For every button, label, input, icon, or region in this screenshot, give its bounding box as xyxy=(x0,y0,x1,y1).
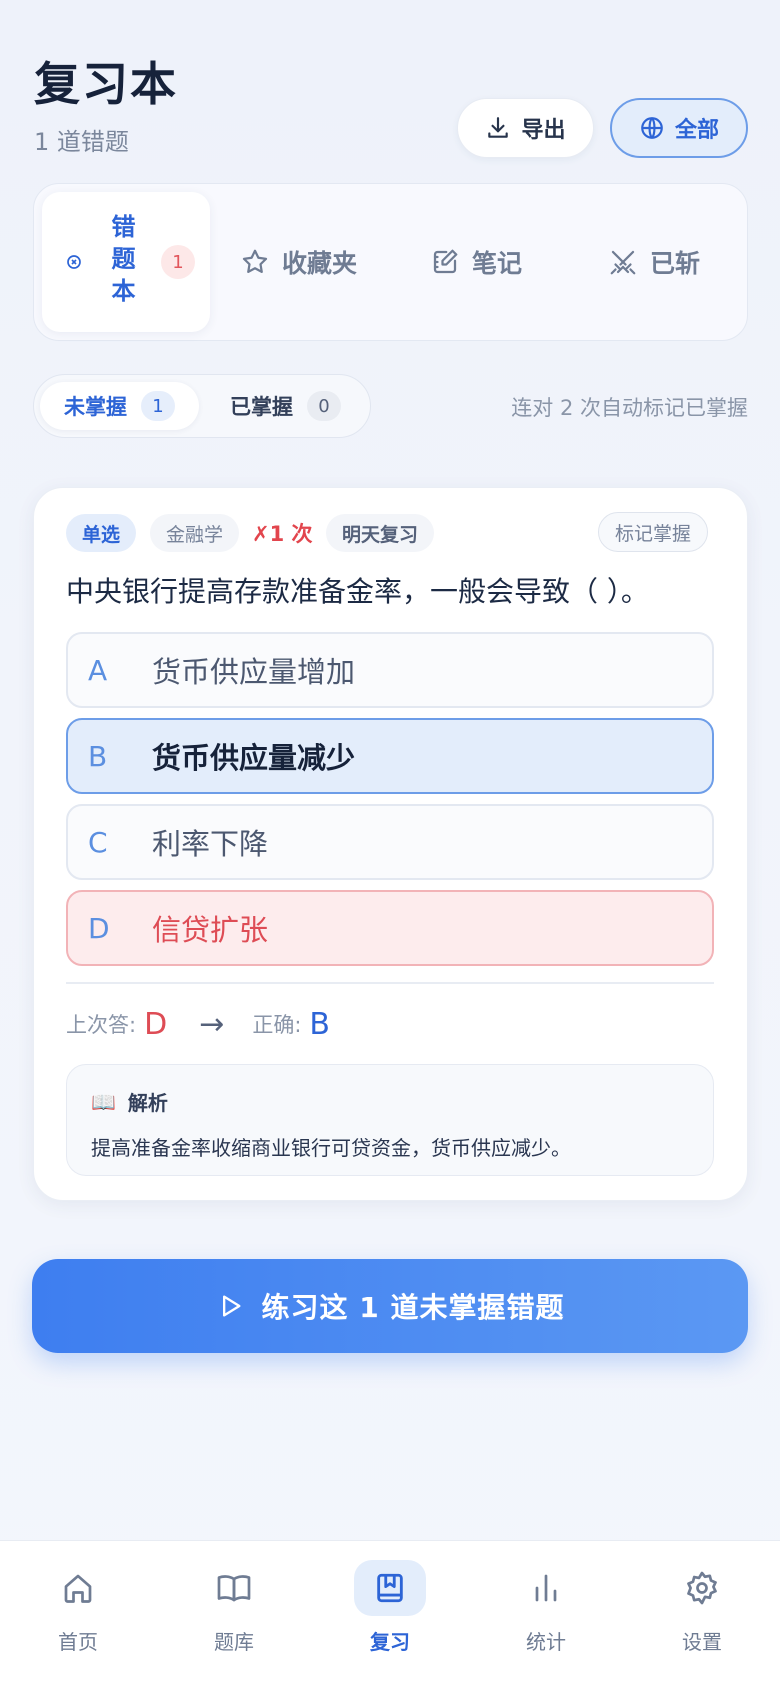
tab-wrong-book[interactable]: 错题本 1 xyxy=(42,192,210,332)
option-a[interactable]: A 货币供应量增加 xyxy=(66,632,714,708)
globe-icon xyxy=(641,117,663,139)
page-title: 复习本 xyxy=(34,57,178,111)
option-text: 货币供应量增加 xyxy=(152,655,356,689)
explanation-header: 📖 解析 xyxy=(91,1087,689,1116)
explanation-text: 提高准备金率收缩商业银行可贷资金，货币供应减少。 xyxy=(91,1136,571,1160)
crossed-swords-icon xyxy=(610,250,636,275)
last-answer-value: D xyxy=(144,1006,168,1042)
nav-settings[interactable]: 设置 xyxy=(652,1560,752,1670)
nav-stats[interactable]: 统计 xyxy=(496,1560,596,1670)
export-label: 导出 xyxy=(521,118,566,143)
download-icon xyxy=(488,117,509,138)
auto-mark-hint: 连对 2 次自动标记已掌握 xyxy=(511,396,748,420)
unmastered-count: 1 xyxy=(141,391,175,421)
option-d[interactable]: D 信贷扩张 xyxy=(66,890,714,966)
nav-question-bank[interactable]: 题库 xyxy=(184,1560,284,1670)
tab-favorites[interactable]: 收藏夹 xyxy=(240,240,357,284)
filter-all-label: 全部 xyxy=(674,118,719,143)
star-icon xyxy=(242,249,268,273)
export-button[interactable]: 导出 xyxy=(457,98,594,158)
home-icon xyxy=(64,1574,92,1603)
nav-stats-label: 统计 xyxy=(526,1630,566,1654)
correct-answer-label: 正确: xyxy=(252,1013,302,1037)
segment-unmastered[interactable]: 未掌握 1 xyxy=(40,382,199,430)
option-c[interactable]: C 利率下降 xyxy=(66,804,714,880)
nav-question-bank-label: 题库 xyxy=(214,1630,254,1654)
wrong-times-chip: ✗1 次 xyxy=(252,522,313,546)
wrong-count-badge: 1 xyxy=(161,245,195,279)
nav-review-label: 复习 xyxy=(370,1630,410,1654)
tab-notes[interactable]: 笔记 xyxy=(430,240,522,284)
review-schedule-chip: 明天复习 xyxy=(326,514,435,552)
option-letter: C xyxy=(88,825,108,859)
option-letter: D xyxy=(88,911,110,945)
segment-unmastered-label: 未掌握 xyxy=(64,395,127,419)
option-text: 货币供应量减少 xyxy=(152,741,356,775)
last-answer-label: 上次答: xyxy=(66,1013,137,1037)
explanation-box: 📖 解析 提高准备金率收缩商业银行可贷资金，货币供应减少。 xyxy=(66,1064,714,1176)
segment-mastered[interactable]: 已掌握 0 xyxy=(206,382,365,430)
page-subtitle: 1 道错题 xyxy=(34,128,129,156)
tab-slain[interactable]: 已斩 xyxy=(608,240,700,284)
bar-chart-icon xyxy=(535,1574,557,1602)
segment-mastered-label: 已掌握 xyxy=(230,395,293,419)
play-icon xyxy=(222,1295,240,1317)
question-type-chip: 单选 xyxy=(66,514,137,552)
nav-settings-label: 设置 xyxy=(682,1630,722,1654)
tab-favorites-label: 收藏夹 xyxy=(282,249,358,278)
subject-chip: 金融学 xyxy=(150,514,240,552)
question-text: 中央银行提高存款准备金率，一般会导致（ ）。 xyxy=(66,575,649,608)
option-text: 利率下降 xyxy=(152,827,269,861)
book-open-icon xyxy=(217,1575,251,1602)
option-letter: B xyxy=(88,739,108,773)
arrow-right-icon: → xyxy=(199,1006,225,1042)
tab-slain-label: 已斩 xyxy=(650,249,701,278)
filter-all-button[interactable]: 全部 xyxy=(610,98,748,158)
nav-review[interactable]: 复习 xyxy=(340,1560,440,1670)
card-divider xyxy=(66,982,714,984)
x-circle-icon xyxy=(67,255,81,269)
practice-button-label: 练习这 1 道未掌握错题 xyxy=(261,1291,565,1324)
option-b[interactable]: B 货币供应量减少 xyxy=(66,718,714,794)
tab-notes-label: 笔记 xyxy=(472,249,523,278)
option-text: 信贷扩张 xyxy=(152,913,269,947)
option-letter: A xyxy=(88,653,108,687)
tab-wrong-book-label: 错题本 xyxy=(107,214,135,310)
nav-home[interactable]: 首页 xyxy=(28,1560,128,1670)
note-edit-icon xyxy=(433,249,458,274)
explanation-title: 解析 xyxy=(127,1091,168,1115)
mark-mastered-button[interactable]: 标记掌握 xyxy=(598,512,709,552)
nav-home-label: 首页 xyxy=(58,1630,98,1654)
practice-button[interactable]: 练习这 1 道未掌握错题 xyxy=(32,1259,748,1353)
mastered-count: 0 xyxy=(307,391,341,421)
gear-icon xyxy=(687,1571,717,1605)
answer-comparison: 上次答: D → 正确: B xyxy=(66,1004,330,1044)
bookmark-book-icon xyxy=(377,1573,403,1603)
correct-answer-value: B xyxy=(309,1006,330,1042)
book-icon: 📖 xyxy=(91,1089,116,1114)
